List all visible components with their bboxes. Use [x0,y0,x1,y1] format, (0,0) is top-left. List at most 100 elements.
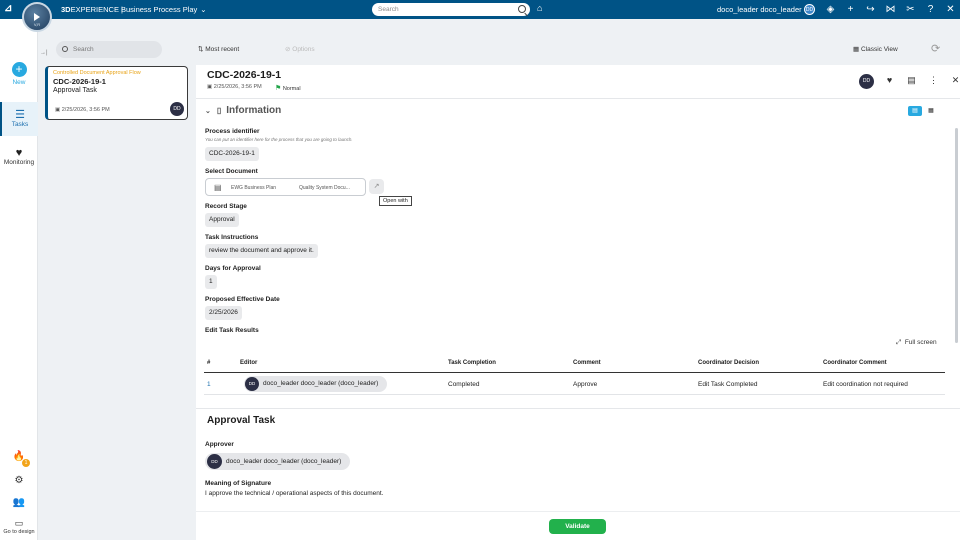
approver-chip[interactable]: DD doco_leader doco_leader (doco_leader) [205,453,351,470]
field-label: Edit Task Results [205,327,259,334]
field-label: Select Document [205,168,258,175]
global-search-input[interactable]: Search [372,3,530,16]
priority: ⚑ Normal [275,84,301,92]
filter-icon: ⊘ [285,46,291,53]
document-title: Quality System Docu... [299,185,350,191]
detail-actions: ♥ ▤ ⋮ ✕ [884,75,960,86]
new-label: New [12,79,26,86]
close-icon[interactable]: ✕ [950,75,960,86]
app-title-dropdown[interactable]: Business Process Play ⌄ [121,5,207,14]
compass-version: V,R [33,22,41,27]
sort-icon: ⇅ [198,46,204,53]
scrollbar[interactable] [955,128,958,343]
list-toolbar: →| Search ⇅ Most recent ⊘ Options ▦ Clas… [38,35,960,64]
editor-chip[interactable]: DD doco_leader doco_leader (doco_leader) [244,376,388,392]
go-to-design-button[interactable]: ▭ Go to design [0,518,38,535]
collapse-panel-icon[interactable]: →| [40,50,48,56]
refresh-icon[interactable]: ⟳ [931,42,940,55]
document-selector[interactable]: ▤ EWG Business Plan Quality System Docu.… [205,178,366,196]
field-label: Record Stage [205,203,247,210]
fullscreen-icon[interactable]: ✕ [944,3,957,16]
help-icon[interactable]: ? [924,3,937,16]
avatar: DD [170,102,184,116]
classic-view-label: Classic View [860,46,898,53]
column-header[interactable]: Editor [240,360,257,366]
days-for-approval-field[interactable]: 1 [205,275,217,289]
view-toggle: ▤ ▦ [908,106,938,116]
tag-icon[interactable]: ⌂ [537,4,546,13]
detail-date: ▣ 2/25/2026, 3:56 PM [207,84,262,90]
task-search-placeholder: Search [73,46,94,53]
record-stage-field[interactable]: Approval [205,213,239,227]
list-item[interactable]: Controlled Document Approval Flow CDC-20… [45,66,188,120]
flag-icon: ⚑ [275,85,282,92]
search-icon[interactable] [518,5,526,13]
heart-monitor-icon: ♥ [15,147,23,159]
full-screen-label: Full screen [904,339,937,346]
app-name: Business Process Play [121,5,198,14]
label-icon[interactable]: ◈ [824,3,837,16]
options-label: Options [292,46,315,53]
sort-button[interactable]: ⇅ Most recent [198,45,239,53]
grid-view-icon[interactable]: ▦ [924,106,938,116]
section-info-title: Information [226,105,282,116]
open-with-button[interactable]: ↗ [369,179,384,194]
column-header[interactable]: Coordinator Comment [823,360,887,366]
column-header[interactable]: # [207,360,210,366]
section-information-header[interactable]: ⌄ ▯ Information [205,105,281,116]
process-identifier-field[interactable]: CDC-2026-19-1 [205,147,259,161]
form-view-icon[interactable]: ▤ [908,106,922,116]
classic-view-button[interactable]: ▦ Classic View [853,45,898,53]
full-screen-button[interactable]: ⤢ Full screen [896,339,937,347]
task-instructions-field[interactable]: review the document and approve it. [205,244,318,258]
settings-button[interactable]: ⚙ [0,475,38,486]
monitor-icon[interactable]: ♥ [884,75,895,86]
chevron-down-icon: ⌄ [205,108,211,115]
avatar: DD [245,377,259,391]
task-date-text: 2/25/2026, 3:56 PM [61,107,110,113]
results-table: # Editor Task Completion Comment Coordin… [204,354,945,395]
avatar[interactable]: DD [859,74,874,89]
divider [196,408,960,409]
tab-monitoring[interactable]: ♥ Monitoring [0,147,38,166]
left-rail: + New ☰ Tasks ♥ Monitoring 🔥 1 ⚙ 👥 ▭ Go … [0,19,38,540]
page-title: CDC-2026-19-1 [207,69,282,81]
more-icon[interactable]: ⋮ [928,75,939,86]
monitoring-label: Monitoring [3,159,35,166]
design-icon: ▭ [14,518,24,528]
action-bar: Validate [196,511,960,540]
top-icon-group: ◈ + ↪ ⋈ ✂ ? ✕ [824,3,957,16]
user-name[interactable]: doco_leader doco_leader [717,5,802,14]
validate-button[interactable]: Validate [549,519,606,534]
tools-icon[interactable]: ✂ [904,3,917,16]
table-row[interactable]: 1 DD doco_leader doco_leader (doco_leade… [204,373,945,395]
share-icon[interactable]: ↪ [864,3,877,16]
coordinator-comment-cell: Edit coordination not required [823,381,908,388]
add-icon[interactable]: + [844,3,857,16]
brand: 3DEXPERIENCE | [61,5,123,14]
avatar: DD [207,454,222,469]
dassault-logo-icon: ⊿ [4,3,13,14]
avatar[interactable]: DD [804,4,815,15]
panel-icon[interactable]: ▤ [906,75,917,86]
users-button[interactable]: 👥 [0,497,38,508]
column-header[interactable]: Coordinator Decision [698,360,759,366]
tab-tasks[interactable]: ☰ Tasks [0,102,38,136]
brand-suffix: EXPERIENCE [70,5,119,14]
go-design-label: Go to design [3,529,35,535]
network-icon[interactable]: ⋈ [884,3,897,16]
field-label: Approver [205,441,234,448]
expand-icon: ⤢ [896,339,902,346]
task-search-input[interactable]: Search [56,41,162,58]
notifications-button[interactable]: 🔥 1 [0,451,38,467]
field-label: Task Instructions [205,234,259,241]
compass-button[interactable]: V,R [22,2,52,32]
editor-name: doco_leader doco_leader (doco_leader) [263,380,379,387]
options-button[interactable]: ⊘ Options [285,45,315,53]
gear-icon: ⚙ [14,475,24,486]
effective-date-field[interactable]: 2/25/2026 [205,306,242,320]
column-header[interactable]: Comment [573,360,601,366]
users-icon: 👥 [12,497,26,508]
column-header[interactable]: Task Completion [448,360,496,366]
new-button[interactable]: + New [0,62,38,86]
